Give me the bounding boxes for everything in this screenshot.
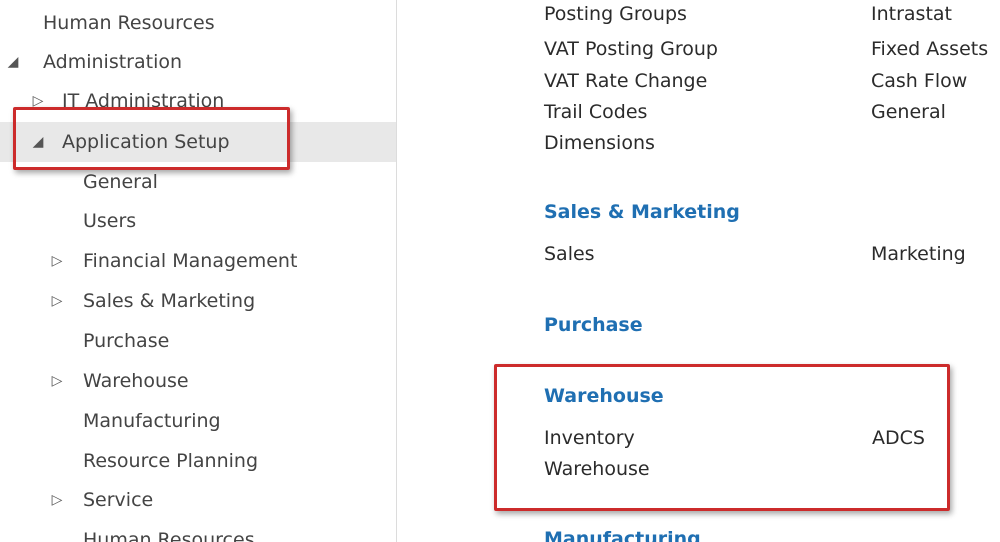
nav-item-label: Human Resources — [43, 12, 215, 34]
link-fixed-assets[interactable]: Fixed Assets — [871, 38, 988, 60]
expanded-arrow-icon[interactable]: ◢ — [28, 122, 48, 162]
link-warehouse[interactable]: Warehouse — [544, 458, 650, 480]
expanded-arrow-icon[interactable]: ◢ — [3, 42, 23, 82]
nav-item-label: Purchase — [83, 330, 170, 352]
nav-item-label: Service — [83, 489, 154, 511]
nav-item-service[interactable]: ▷ Service — [0, 480, 396, 520]
nav-item-general[interactable]: General — [0, 162, 396, 202]
nav-item-label: Resource Planning — [83, 450, 259, 472]
nav-item-label: Warehouse — [83, 370, 189, 392]
link-vat-posting-group[interactable]: VAT Posting Group — [544, 38, 718, 60]
link-adcs[interactable]: ADCS — [872, 427, 925, 449]
collapsed-arrow-icon[interactable]: ▷ — [28, 81, 48, 121]
navigation-pane: Human Resources ◢ Administration ▷ IT Ad… — [0, 0, 397, 542]
nav-item-human-resources[interactable]: Human Resources — [0, 520, 396, 542]
link-posting-groups[interactable]: Posting Groups — [544, 3, 687, 25]
nav-item-users[interactable]: Users — [0, 201, 396, 241]
section-heading-manufacturing[interactable]: Manufacturing — [544, 528, 701, 542]
collapsed-arrow-icon[interactable]: ▷ — [47, 281, 67, 321]
nav-item-label: Sales & Marketing — [83, 290, 256, 312]
link-cash-flow[interactable]: Cash Flow — [871, 70, 967, 92]
nav-item-label: Financial Management — [83, 250, 298, 272]
section-heading-purchase[interactable]: Purchase — [544, 314, 643, 336]
link-marketing[interactable]: Marketing — [871, 243, 966, 265]
nav-item-label: IT Administration — [62, 90, 225, 112]
link-inventory[interactable]: Inventory — [544, 427, 635, 449]
collapsed-arrow-icon[interactable]: ▷ — [47, 241, 67, 281]
collapsed-arrow-icon[interactable]: ▷ — [47, 361, 67, 401]
section-heading-sales-marketing[interactable]: Sales & Marketing — [544, 201, 740, 223]
content-pane: Posting Groups VAT Posting Group VAT Rat… — [397, 0, 1000, 542]
nav-item-administration[interactable]: ◢ Administration — [0, 42, 396, 82]
link-dimensions[interactable]: Dimensions — [544, 132, 655, 154]
nav-item-it-administration[interactable]: ▷ IT Administration — [0, 81, 396, 121]
nav-item-human-resources-top[interactable]: Human Resources — [0, 3, 396, 43]
link-general[interactable]: General — [871, 101, 946, 123]
nav-item-manufacturing[interactable]: Manufacturing — [0, 401, 396, 441]
collapsed-arrow-icon[interactable]: ▷ — [47, 480, 67, 520]
nav-item-warehouse[interactable]: ▷ Warehouse — [0, 361, 396, 401]
link-vat-rate-change[interactable]: VAT Rate Change — [544, 70, 707, 92]
nav-item-label: Manufacturing — [83, 410, 221, 432]
nav-item-label: Users — [83, 210, 137, 232]
nav-item-label: General — [83, 171, 158, 193]
link-intrastat[interactable]: Intrastat — [871, 3, 952, 25]
nav-item-label: Administration — [43, 51, 183, 73]
nav-item-application-setup[interactable]: ◢ Application Setup — [0, 122, 396, 162]
nav-item-purchase[interactable]: Purchase — [0, 321, 396, 361]
nav-item-label: Human Resources — [83, 529, 255, 542]
link-trail-codes[interactable]: Trail Codes — [544, 101, 647, 123]
nav-item-financial-management[interactable]: ▷ Financial Management — [0, 241, 396, 281]
nav-item-label: Application Setup — [62, 131, 230, 153]
nav-item-sales-marketing[interactable]: ▷ Sales & Marketing — [0, 281, 396, 321]
section-heading-warehouse[interactable]: Warehouse — [544, 385, 664, 407]
link-sales[interactable]: Sales — [544, 243, 595, 265]
nav-item-resource-planning[interactable]: Resource Planning — [0, 441, 396, 481]
